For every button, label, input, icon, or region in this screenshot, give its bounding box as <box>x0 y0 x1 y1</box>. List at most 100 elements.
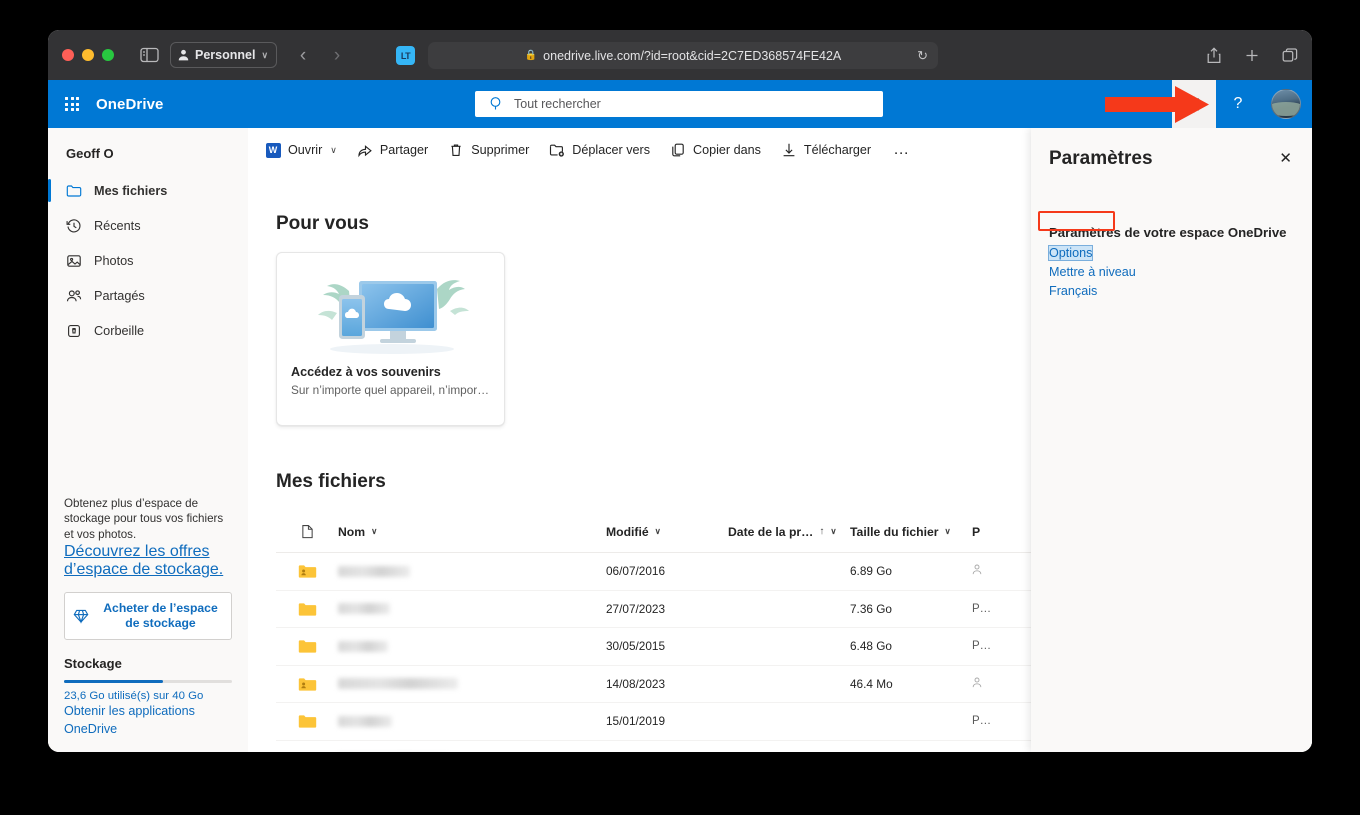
sidebar-item-label: Photos <box>94 253 134 268</box>
row-size: 46.4 Mo <box>850 676 893 691</box>
folder-icon <box>66 183 82 199</box>
document-icon <box>301 525 313 539</box>
more-commands-button[interactable]: … <box>882 134 921 166</box>
sidebar-footer: Obtenez plus d’espace de stockage pour t… <box>48 496 248 752</box>
row-icon <box>276 638 338 654</box>
help-button[interactable]: ? <box>1216 80 1260 128</box>
buy-storage-button[interactable]: Acheter de l’espace de stockage <box>64 592 232 640</box>
row-icon <box>276 601 338 617</box>
profile-chip[interactable]: Personnel ∨ <box>170 42 278 68</box>
column-header-modified[interactable]: Modifié ∨ <box>606 525 728 539</box>
profile-chip-label: Personnel <box>195 48 256 62</box>
buy-storage-label: Acheter de l’espace de stockage <box>103 600 218 630</box>
nav-buttons[interactable]: ‹ › <box>291 46 349 65</box>
chevron-down-icon: ∨ <box>654 526 661 536</box>
sidebar-item-partages[interactable]: Partagés <box>48 278 248 313</box>
browser-titlebar: Personnel ∨ ‹ › LT 🔒 onedrive.live.com/?… <box>48 30 1312 80</box>
row-size: 6.48 Go <box>850 639 892 654</box>
person-icon <box>972 677 982 687</box>
row-modified: 06/07/2016 <box>606 564 666 579</box>
row-icon <box>276 713 338 729</box>
download-button[interactable]: Télécharger <box>772 134 880 166</box>
sidebar-item-recents[interactable]: Récents <box>48 208 248 243</box>
settings-link-upgrade[interactable]: Mettre à niveau <box>1049 265 1136 279</box>
sidebar-item-corbeille[interactable]: Corbeille <box>48 313 248 348</box>
row-name <box>338 565 606 577</box>
storage-title: Stockage <box>64 656 122 671</box>
tab-overview-icon[interactable] <box>1282 47 1298 64</box>
share-label: Partager <box>379 143 429 157</box>
settings-link-options[interactable]: Options <box>1047 245 1094 261</box>
move-to-folder-icon <box>549 142 565 158</box>
sidebar-item-label: Partagés <box>94 288 145 303</box>
avatar <box>1271 89 1301 119</box>
sidebar-item-mes-fichiers[interactable]: Mes fichiers <box>48 173 248 208</box>
memories-card[interactable]: Accédez à vos souvenirs Sur n’importe qu… <box>276 252 505 426</box>
close-window-button[interactable] <box>62 49 74 61</box>
app-launcher-button[interactable] <box>48 80 96 128</box>
window-controls[interactable] <box>62 49 114 61</box>
forward-button[interactable]: › <box>325 46 349 65</box>
maximize-window-button[interactable] <box>102 49 114 61</box>
storage-usage-label[interactable]: 23,6 Go utilisé(s) sur 40 Go <box>64 690 232 702</box>
copy-to-label: Copier dans <box>693 143 761 157</box>
storage-progress-bar <box>64 680 232 683</box>
onedrive-brand[interactable]: OneDrive <box>96 96 164 113</box>
onedrive-body: Geoff O Mes fichiers Récents Photos Part… <box>48 128 1312 752</box>
back-button[interactable]: ‹ <box>291 46 315 65</box>
open-button[interactable]: W Ouvrir ∨ <box>256 134 346 166</box>
onedrive-app: OneDrive Tout rechercher ? Geoff O Mes f… <box>48 80 1312 752</box>
person-icon <box>178 49 189 61</box>
settings-link-language[interactable]: Français <box>1049 284 1097 298</box>
row-name <box>338 603 606 615</box>
browser-window: Personnel ∨ ‹ › LT 🔒 onedrive.live.com/?… <box>48 30 1312 752</box>
sidebar-item-photos[interactable]: Photos <box>48 243 248 278</box>
open-label: Ouvrir <box>288 143 323 157</box>
memories-card-text: Accédez à vos souvenirs Sur n’importe qu… <box>277 365 504 397</box>
row-size: 7.36 Go <box>850 601 892 616</box>
folder-icon <box>298 751 317 752</box>
move-to-button[interactable]: Déplacer vers <box>540 134 659 166</box>
share-icon[interactable] <box>1206 46 1222 64</box>
settings-panel-title: Paramètres <box>1049 148 1153 169</box>
delete-button[interactable]: Supprimer <box>439 134 538 166</box>
get-onedrive-apps-link[interactable]: Obtenir les applications OneDrive <box>64 704 195 736</box>
sidebar-toggle-icon[interactable] <box>134 42 164 68</box>
storage-offers-link[interactable]: Découvrez les offres d’espace de stockag… <box>64 543 223 578</box>
minimize-window-button[interactable] <box>82 49 94 61</box>
folder-shared-icon <box>298 676 317 692</box>
share-button[interactable]: Partager <box>348 134 437 166</box>
row-name <box>338 715 606 727</box>
search-placeholder: Tout rechercher <box>514 97 601 111</box>
devices-cloud-illustration <box>318 280 469 354</box>
close-icon[interactable]: ✕ <box>1277 148 1294 169</box>
copy-to-button[interactable]: Copier dans <box>661 134 770 166</box>
column-header-size[interactable]: Taille du fichier ∨ <box>850 525 972 539</box>
address-bar[interactable]: 🔒 onedrive.live.com/?id=root&cid=2C7ED36… <box>428 42 938 69</box>
sidebar-item-label: Mes fichiers <box>94 183 168 198</box>
chevron-down-icon: ∨ <box>261 49 269 60</box>
reload-icon[interactable]: ↻ <box>917 48 928 64</box>
column-header-created[interactable]: Date de la pr… ↑ ∨ <box>728 525 850 539</box>
row-modified: 30/05/2015 <box>606 639 666 654</box>
sidebar: Geoff O Mes fichiers Récents Photos Part… <box>48 128 248 752</box>
new-tab-icon[interactable] <box>1244 47 1260 64</box>
file-type-column-icon[interactable] <box>276 524 338 539</box>
settings-section-title: Paramètres de votre espace OneDrive <box>1049 225 1287 240</box>
settings-panel: Paramètres ✕ Paramètres de votre espace … <box>1031 128 1312 752</box>
main-content: W Ouvrir ∨ Partager Supprimer Déplacer v… <box>248 128 1312 752</box>
search-input[interactable]: Tout rechercher <box>475 91 883 117</box>
memories-card-subtitle: Sur n’importe quel appareil, n’impor… <box>291 383 490 397</box>
people-icon <box>66 288 82 304</box>
diamond-icon <box>73 609 89 624</box>
sidebar-user-name: Geoff O <box>66 146 114 161</box>
column-header-name[interactable]: Nom ∨ <box>338 525 606 539</box>
account-button[interactable] <box>1260 80 1312 128</box>
storage-promo-text: Obtenez plus d’espace de stockage pour t… <box>64 496 224 542</box>
address-bar-url: onedrive.live.com/?id=root&cid=2C7ED3685… <box>543 48 842 63</box>
row-icon <box>276 751 338 752</box>
sidebar-item-label: Corbeille <box>94 323 145 338</box>
extension-icon[interactable]: LT <box>396 46 415 65</box>
row-icon <box>276 563 338 579</box>
folder-shared-icon <box>298 563 317 579</box>
